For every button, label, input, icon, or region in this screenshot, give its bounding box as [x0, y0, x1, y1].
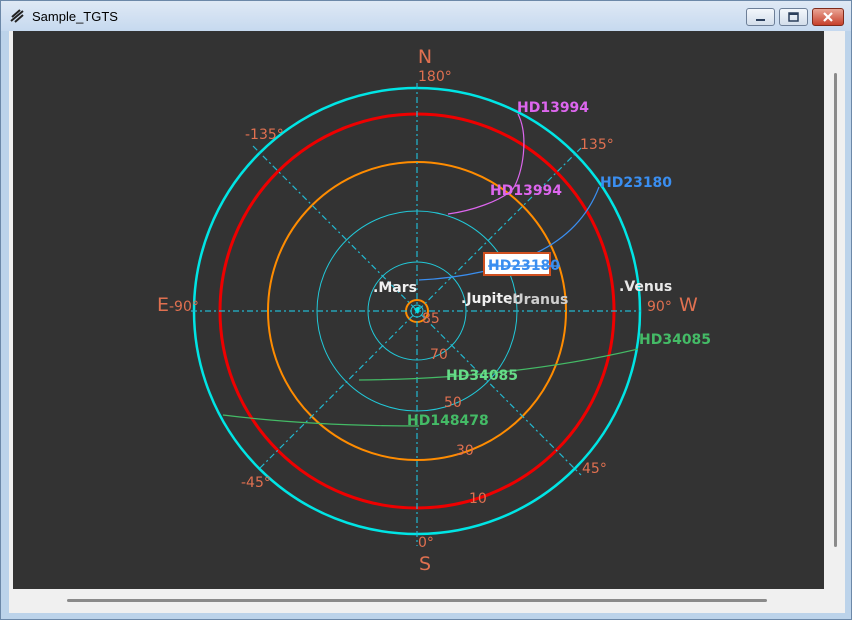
cardinal-west: W	[679, 294, 698, 316]
cardinal-east: E	[157, 294, 169, 316]
minimize-icon	[756, 19, 765, 21]
azimuth-label-0: 0°	[418, 535, 434, 551]
close-icon	[823, 12, 833, 22]
sky-plot[interactable]: N S E W 180° 0° 90° -90° 135° -135° 45° …	[13, 31, 824, 589]
altitude-label-30: 30	[456, 443, 474, 459]
azimuth-label-135: 135°	[580, 137, 614, 153]
cardinal-north: N	[418, 46, 432, 68]
maximize-button[interactable]	[779, 8, 808, 26]
sky-plot-canvas[interactable]: N S E W 180° 0° 90° -90° 135° -135° 45° …	[13, 31, 824, 589]
app-icon	[10, 9, 24, 23]
close-button[interactable]	[812, 8, 844, 26]
vertical-scrollbar[interactable]	[831, 31, 845, 589]
selected-star-box[interactable]: HD23180	[483, 252, 560, 276]
planet-label-venus[interactable]: .Venus	[619, 279, 672, 295]
window-title: Sample_TGTS	[32, 9, 118, 24]
planet-label-uranus[interactable]: .Uranus	[507, 292, 568, 308]
app-window: Sample_TGTS N S E W 180° 0° 90° -90° 135…	[0, 0, 852, 620]
horizontal-scrollbar[interactable]	[9, 589, 845, 613]
hd13994-track[interactable]	[447, 113, 525, 215]
maximize-icon	[788, 12, 799, 22]
minimize-button[interactable]	[746, 8, 775, 26]
azimuth-label-minus90: -90°	[169, 299, 199, 315]
azimuth-label-minus45: -45°	[241, 475, 271, 491]
altitude-label-85: 85	[422, 311, 440, 327]
star-label-hd13994-outer[interactable]: HD13994	[517, 100, 589, 116]
altitude-label-10: 10	[469, 491, 487, 507]
star-label-hd23180-outer[interactable]: HD23180	[600, 175, 672, 191]
azimuth-label-minus135: -135°	[245, 127, 284, 143]
star-label-hd23180-selected[interactable]: HD23180	[488, 258, 560, 274]
star-label-hd34085-inner[interactable]: HD34085	[446, 368, 518, 384]
title-bar[interactable]: Sample_TGTS	[1, 1, 851, 31]
horizontal-scroll-thumb[interactable]	[67, 599, 767, 602]
azimuth-label-180: 180°	[418, 69, 452, 85]
azimuth-label-90: 90°	[647, 299, 672, 315]
star-label-hd34085-outer[interactable]: HD34085	[639, 332, 711, 348]
azimuth-label-45: 45°	[582, 461, 607, 477]
vertical-scroll-thumb[interactable]	[834, 73, 837, 547]
altitude-label-50: 50	[444, 395, 462, 411]
altitude-label-70: 70	[430, 347, 448, 363]
client-area: N S E W 180° 0° 90° -90° 135° -135° 45° …	[9, 31, 845, 613]
planet-label-mars[interactable]: .Mars	[373, 280, 417, 296]
cardinal-south: S	[419, 553, 431, 575]
star-label-hd13994-inner[interactable]: HD13994	[490, 183, 562, 199]
star-label-hd148478[interactable]: HD148478	[407, 413, 489, 429]
